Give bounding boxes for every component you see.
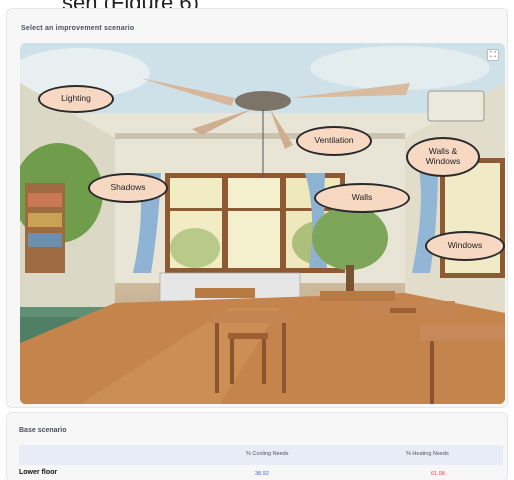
panel-heading: Select an improvement scenario	[21, 25, 135, 32]
base-scenario-panel: Base scenario % Cooling Needs % Heating …	[6, 412, 508, 480]
classroom-illustration: ⛶ Lighting Ventilation Walls & Windows S…	[20, 43, 505, 404]
scenario-selector-panel: Select an improvement scenario ⛶ Lightin…	[6, 8, 508, 408]
hotspot-shadows[interactable]: Shadows	[88, 173, 168, 203]
hotspot-ventilation[interactable]: Ventilation	[296, 126, 372, 156]
hotspot-lighting[interactable]: Lighting	[38, 85, 114, 113]
base-scenario-title: Base scenario	[19, 427, 67, 434]
heating-needs-value: 61.08	[431, 471, 445, 477]
column-header-cooling: % Cooling Needs	[246, 451, 289, 457]
hotspot-walls-windows[interactable]: Walls & Windows	[406, 137, 480, 177]
table-row-label: Lower floor	[19, 469, 58, 476]
expand-icon[interactable]: ⛶	[487, 49, 499, 61]
table-header-row: % Cooling Needs % Heating Needs	[19, 445, 503, 465]
cooling-needs-value: 38.92	[255, 471, 269, 477]
hotspot-walls[interactable]: Walls	[314, 183, 410, 213]
hotspot-windows[interactable]: Windows	[425, 231, 505, 261]
column-header-heating: % Heating Needs	[406, 451, 449, 457]
